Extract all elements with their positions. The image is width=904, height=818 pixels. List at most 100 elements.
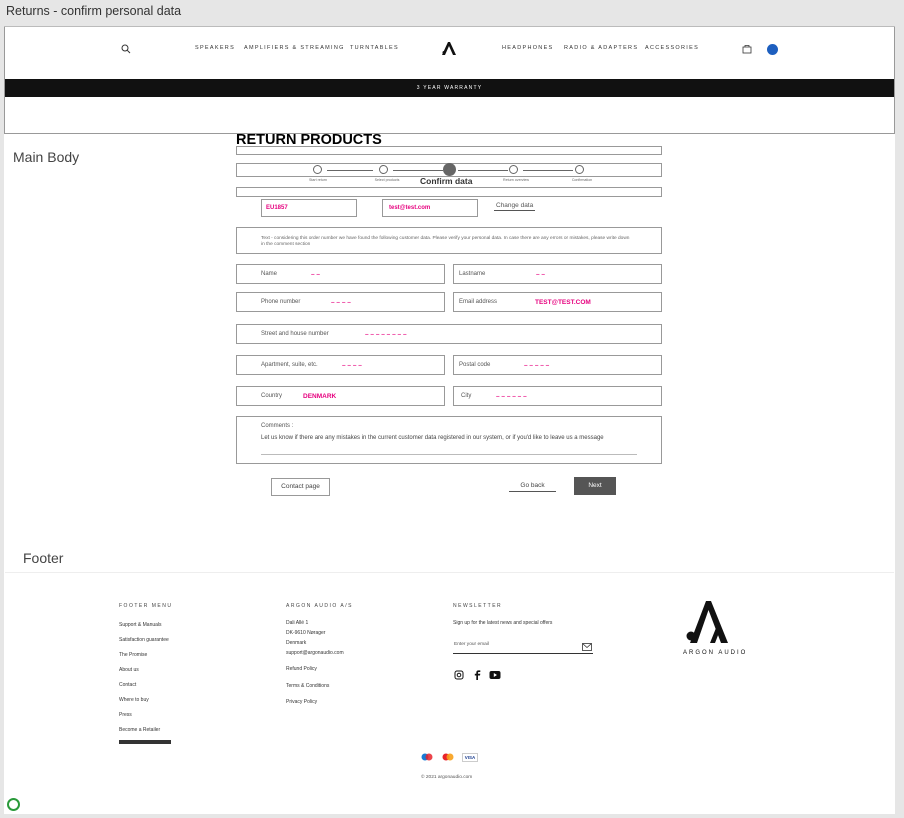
newsletter-email-input[interactable]: Enter your email xyxy=(453,640,593,654)
street-value: – – – – – – – – xyxy=(365,331,407,338)
info-text: Text - considering this order number we … xyxy=(261,236,630,247)
street-label: Street and house number xyxy=(261,331,329,337)
newsletter-heading: NEWSLETTER xyxy=(453,603,503,609)
name-label: Name xyxy=(261,271,278,277)
newsletter-text: Sign up for the latest news and special … xyxy=(453,620,553,626)
step-connector xyxy=(393,170,443,171)
nav-accessories[interactable]: ACCESSORIES xyxy=(645,45,699,51)
lastname-label: Lastname xyxy=(459,271,486,277)
nav-radio-adapters[interactable]: RADIO & ADAPTERS xyxy=(564,45,638,51)
window-title: Returns - confirm personal data xyxy=(6,4,182,18)
instagram-icon[interactable] xyxy=(454,670,464,680)
email-label: Email address xyxy=(459,299,498,305)
address-line: Dali Allé 1 xyxy=(286,620,309,626)
argon-logo-icon[interactable] xyxy=(440,40,458,58)
maestro-icon xyxy=(421,753,433,761)
country-value: DENMARK xyxy=(303,393,337,400)
phone-value: – – – – xyxy=(331,299,351,306)
email-value: TEST@TEST.COM xyxy=(535,299,591,306)
footer-label: Footer xyxy=(23,550,64,566)
footer-divider xyxy=(5,572,894,573)
footer-menu-heading: FOOTER MENU xyxy=(119,603,173,609)
postal-code-field[interactable]: Postal code – – – – – xyxy=(453,355,662,375)
cart-icon[interactable] xyxy=(742,44,753,54)
step-connector xyxy=(458,170,508,171)
order-email-value: test@test.com xyxy=(389,205,431,211)
nav-speakers[interactable]: SPEAKERS xyxy=(195,45,235,51)
footer-menu-item[interactable]: Become a Retailer xyxy=(119,727,160,733)
comments-field[interactable]: Comments : Let us know if there are any … xyxy=(236,416,662,464)
lastname-field[interactable]: Lastname – – xyxy=(453,264,662,284)
city-field[interactable]: City – – – – – – xyxy=(453,386,662,406)
step-connector xyxy=(523,170,573,171)
country-label: Country xyxy=(261,393,283,399)
name-field[interactable]: Name – – xyxy=(236,264,445,284)
brand-wordmark: ARGON AUDIO xyxy=(683,650,748,656)
lastname-value: – – xyxy=(536,271,546,278)
postal-code-label: Postal code xyxy=(459,362,491,368)
step-label: Confirmation xyxy=(571,178,593,182)
apartment-field[interactable]: Apartment, suite, etc. – – – – xyxy=(236,355,445,375)
email-field[interactable]: Email address TEST@TEST.COM xyxy=(453,292,662,312)
footer-menu-item[interactable]: About us xyxy=(119,667,139,673)
name-value: – – xyxy=(311,271,321,278)
info-box: Text - considering this order number we … xyxy=(236,227,662,254)
cookie-consent-icon[interactable] xyxy=(7,798,20,811)
nav-amplifiers-streaming[interactable]: AMPLIFIERS & STREAMING xyxy=(244,45,345,51)
footer-menu-item[interactable]: Where to buy xyxy=(119,697,149,703)
step-label: Select products xyxy=(374,178,400,182)
step-label: Start return xyxy=(309,178,327,182)
main-body-label: Main Body xyxy=(13,149,80,165)
order-email-field[interactable]: test@test.com xyxy=(382,199,478,217)
terms-link[interactable]: Terms & Conditions xyxy=(286,683,329,689)
street-field[interactable]: Street and house number – – – – – – – – xyxy=(236,324,662,344)
mastercard-icon xyxy=(442,753,454,761)
country-field[interactable]: Country DENMARK xyxy=(236,386,445,406)
postal-code-value: – – – – – xyxy=(524,362,550,369)
envelope-icon[interactable] xyxy=(582,643,592,651)
step-label: Return overview xyxy=(503,178,529,182)
argon-audio-logo-icon xyxy=(686,601,728,643)
footer-menu-item[interactable]: Press xyxy=(119,712,132,718)
title-divider xyxy=(236,146,662,155)
footer-menu-item[interactable]: Satisfaction guarantee xyxy=(119,637,169,643)
city-label: City xyxy=(461,393,472,399)
nav-headphones[interactable]: HEADPHONES xyxy=(502,45,554,51)
refund-policy-link[interactable]: Refund Policy xyxy=(286,666,317,672)
copyright: © 2021 argonaudio.com xyxy=(421,775,473,780)
stepper-divider xyxy=(236,187,662,197)
apartment-label: Apartment, suite, etc. xyxy=(261,362,318,368)
company-heading: ARGON AUDIO A/S xyxy=(286,603,353,609)
footer-menu-item[interactable]: Contact xyxy=(119,682,136,688)
privacy-policy-link[interactable]: Privacy Policy xyxy=(286,699,317,705)
phone-label: Phone number xyxy=(261,299,301,305)
step-1-circle xyxy=(313,165,322,174)
step-label-current: Confirm data xyxy=(420,176,473,186)
address-line: DK-9610 Nørager xyxy=(286,630,326,636)
comments-placeholder: Let us know if there are any mistakes in… xyxy=(261,435,604,441)
visa-icon: VISA xyxy=(462,753,478,762)
support-email-link[interactable]: support@argonaudio.com xyxy=(286,650,344,656)
youtube-icon[interactable] xyxy=(489,670,501,680)
city-value: – – – – – – xyxy=(496,393,527,400)
search-icon[interactable] xyxy=(121,44,131,54)
go-back-button[interactable]: Go back xyxy=(509,481,556,492)
nav-turntables[interactable]: TURNTABLES xyxy=(350,45,399,51)
next-button[interactable]: Next xyxy=(574,477,616,495)
step-4-circle xyxy=(509,165,518,174)
footer-menu-item[interactable]: Support & Manuals xyxy=(119,622,162,628)
comments-label: Comments : xyxy=(261,423,294,429)
phone-field[interactable]: Phone number – – – – xyxy=(236,292,445,312)
step-connector xyxy=(327,170,373,171)
address-line: Denmark xyxy=(286,640,307,646)
facebook-icon[interactable] xyxy=(473,670,481,680)
apartment-value: – – – – xyxy=(342,362,362,369)
footer-menu-item[interactable]: The Promise xyxy=(119,652,147,658)
comments-underline xyxy=(261,454,637,455)
contact-page-button[interactable]: Contact page xyxy=(271,478,330,496)
warranty-banner: 3 YEAR WARRANTY xyxy=(5,79,894,97)
footer-scroll-indicator xyxy=(119,740,171,744)
order-number-field[interactable]: EU1857 xyxy=(261,199,357,217)
globe-icon[interactable] xyxy=(767,44,778,55)
change-data-link[interactable]: Change data xyxy=(494,202,536,211)
